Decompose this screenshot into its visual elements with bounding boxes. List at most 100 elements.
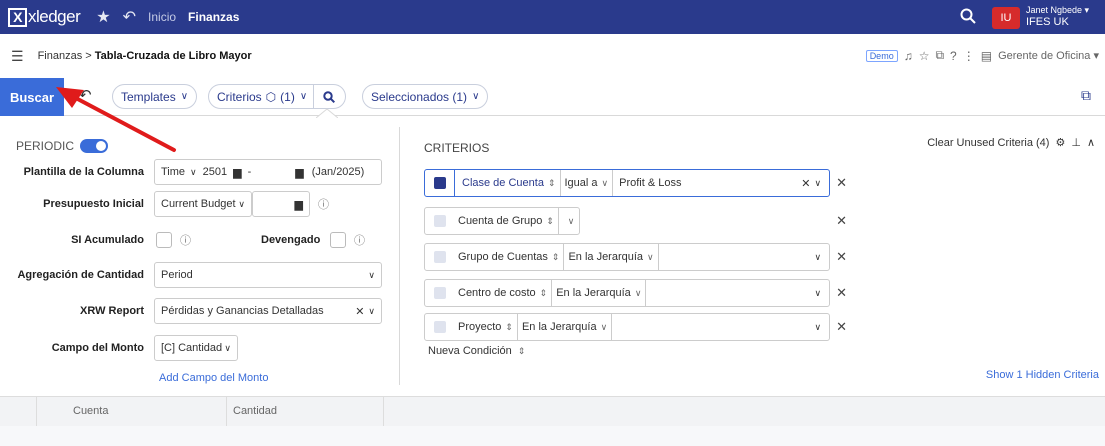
criteria-field[interactable]: Clase de Cuenta ⇕ [454, 170, 561, 196]
criteria-toggle[interactable] [434, 321, 446, 333]
xrw-label: XRW Report [80, 305, 144, 317]
remove-criteria-icon[interactable]: ✕ [836, 175, 847, 191]
criterios-search-icon[interactable] [314, 85, 344, 108]
add-campo-link[interactable]: Add Campo del Monto [159, 372, 268, 384]
chevron-down-icon: ∨ [647, 251, 654, 262]
column-header-cuenta[interactable]: Cuenta [73, 405, 108, 417]
remove-criteria-icon[interactable]: ✕ [836, 319, 847, 335]
sort-icon: ⇕ [517, 346, 526, 356]
chevron-down-icon: ∨ [472, 91, 480, 102]
devengado-checkbox[interactable] [330, 232, 346, 248]
criteria-field-label: Centro de costo [458, 287, 536, 299]
chevron-down-icon: ∨ [368, 269, 375, 280]
info-icon[interactable]: ⓘ [354, 232, 365, 248]
criterios-segment[interactable]: Criterios ⬡ (1) ∨ [209, 85, 313, 108]
criteria-toggle[interactable] [434, 215, 446, 227]
criteria-operator[interactable]: En la Jerarquía ∨ [552, 280, 647, 306]
user-name: Janet Ngbede ▾ [1026, 5, 1090, 15]
search-icon[interactable] [960, 8, 976, 27]
column-header-cantidad[interactable]: Cantidad [233, 405, 277, 417]
gear-icon[interactable]: ⚙ [1055, 136, 1065, 149]
criteria-operator-label: En la Jerarquía [521, 321, 597, 333]
top-navigation-bar: X xledger ★ ↶ Inicio Finanzas IU Janet N… [0, 0, 1105, 34]
xledger-logo[interactable]: X xledger [8, 7, 81, 27]
agregacion-value: Period [161, 269, 193, 281]
calendar-icon[interactable]: ▆ [233, 166, 241, 179]
results-table-header: Cuenta Cantidad [0, 396, 1105, 427]
criteria-value[interactable]: ∨ [612, 314, 829, 340]
more-icon[interactable]: ⋮ [963, 49, 975, 63]
criteria-operator[interactable]: En la Jerarquía ∨ [564, 244, 659, 270]
nav-finanzas[interactable]: Finanzas [188, 10, 239, 24]
nav-inicio[interactable]: Inicio [148, 10, 176, 24]
copy-icon[interactable]: ⧉ [935, 48, 944, 63]
criteria-operator[interactable]: Igual a ∨ [561, 170, 614, 196]
seleccionados-button[interactable]: Seleccionados (1) ∨ [362, 84, 489, 109]
star-icon[interactable]: ★ [96, 7, 110, 27]
logo-text: xledger [28, 7, 81, 26]
criteria-field[interactable]: Proyecto ⇕ [454, 314, 518, 340]
calendar-icon[interactable]: ▆ [295, 166, 303, 179]
criteria-field[interactable]: Grupo de Cuentas ⇕ [454, 244, 565, 270]
criteria-field[interactable]: Centro de costo ⇕ [454, 280, 553, 306]
remove-criteria-icon[interactable]: ✕ [836, 213, 847, 229]
chevron-up-icon[interactable]: ∧ [1087, 136, 1095, 149]
criteria-row-box: Centro de costo ⇕ En la Jerarquía ∨ ∨ [424, 279, 831, 307]
criteria-toggle[interactable] [434, 287, 446, 299]
bell-icon[interactable]: ♫ [904, 49, 913, 63]
info-icon[interactable]: ⓘ [180, 232, 191, 248]
avatar[interactable]: IU [992, 7, 1020, 29]
show-hidden-criteria-link[interactable]: Show 1 Hidden Criteria [986, 369, 1099, 381]
presupuesto-value: Current Budget [161, 198, 236, 210]
role-selector[interactable]: Gerente de Oficina ▾ [998, 49, 1099, 62]
sort-icon: ⇕ [546, 215, 554, 226]
close-icon[interactable]: ✕ [355, 305, 364, 318]
column-divider [383, 397, 384, 427]
nueva-condicion[interactable]: Nueva Condición ⇕ [428, 345, 525, 357]
si-acumulado-label: SI Acumulado [71, 234, 144, 246]
criteria-toggle[interactable] [434, 177, 446, 189]
chevron-down-icon: ∨ [238, 198, 245, 209]
criteria-value[interactable]: ∨ [646, 280, 829, 306]
role-icon: ▤ [980, 48, 993, 63]
criteria-operator[interactable]: En la Jerarquía ∨ [518, 314, 613, 340]
criteria-field-label: Cuenta de Grupo [458, 215, 543, 227]
si-acumulado-checkbox[interactable] [156, 232, 172, 248]
criteria-value[interactable]: ∨ [659, 244, 829, 270]
breadcrumb-bar: ☰ Finanzas > Tabla-Cruzada de Libro Mayo… [0, 44, 1105, 68]
external-link-icon[interactable]: ⧉ [1081, 87, 1091, 104]
help-icon[interactable]: ? [950, 49, 957, 63]
user-menu[interactable]: Janet Ngbede ▾ IFES UK [1026, 4, 1089, 28]
criteria-toggle[interactable] [434, 251, 446, 263]
breadcrumb-parent[interactable]: Finanzas > [38, 50, 92, 62]
history-icon[interactable]: ↶ [123, 7, 136, 27]
criteria-row: Centro de costo ⇕ En la Jerarquía ∨ ∨ ✕ [424, 279, 847, 307]
presupuesto-select[interactable]: Current Budget ∨ [154, 191, 252, 217]
criteria-field-label: Clase de Cuenta [462, 177, 544, 189]
chevron-down-icon: ∨ [601, 177, 609, 188]
xrw-select[interactable]: Pérdidas y Ganancias Detalladas ✕ ∨ [154, 298, 382, 324]
criteria-field[interactable]: Cuenta de Grupo ⇕ [454, 208, 559, 234]
clear-unused-criteria[interactable]: Clear Unused Criteria (4) [927, 137, 1049, 149]
criteria-operator[interactable]: ∨ [559, 208, 579, 234]
plantilla-from[interactable]: 2501 [203, 166, 227, 178]
criterios-button[interactable]: Criterios ⬡ (1) ∨ [208, 84, 346, 109]
options-panel: PERIODIC Plantilla de la Columna Time ∨ … [0, 127, 400, 385]
pin-icon[interactable]: ⊥ [1071, 136, 1081, 149]
remove-criteria-icon[interactable]: ✕ [836, 285, 847, 301]
plantilla-type-select[interactable]: Time [161, 166, 185, 178]
page-title: Tabla-Cruzada de Libro Mayor [94, 50, 252, 62]
hamburger-icon[interactable]: ☰ [11, 48, 24, 65]
info-icon[interactable]: ⓘ [318, 196, 329, 212]
criteria-row-box: Proyecto ⇕ En la Jerarquía ∨ ∨ [424, 313, 831, 341]
campo-select[interactable]: [C] Cantidad ∨ [154, 335, 238, 361]
agregacion-select[interactable]: Period ∨ [154, 262, 382, 288]
criteria-value[interactable]: Profit & Loss ✕ ∨ [613, 170, 829, 196]
seleccionados-label: Seleccionados (1) [371, 89, 468, 104]
plantilla-control: Time ∨ 2501 ▆ - ▆ (Jan/2025) [154, 159, 382, 185]
xrw-value: Pérdidas y Ganancias Detalladas [161, 305, 324, 317]
favorite-icon[interactable]: ☆ [919, 49, 930, 63]
remove-criteria-icon[interactable]: ✕ [836, 249, 847, 265]
close-icon[interactable]: ✕ [801, 177, 810, 190]
presupuesto-date[interactable]: ▆ [252, 191, 310, 217]
